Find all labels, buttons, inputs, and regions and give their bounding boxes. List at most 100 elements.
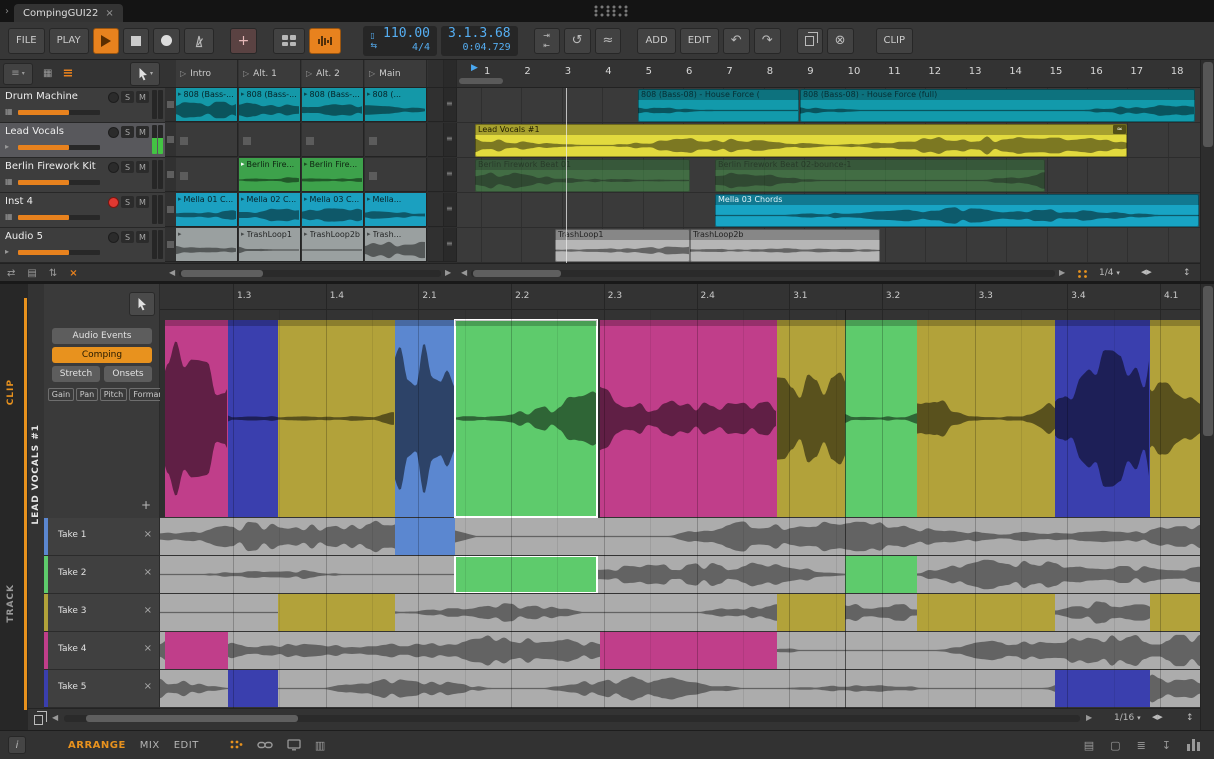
inbox-icon[interactable]: ↧ [1162,739,1171,752]
volume-slider[interactable] [18,250,100,255]
clip-slot[interactable]: ▸Mella 01 C... [176,193,238,227]
comp-region[interactable] [1150,594,1200,631]
scroll-right-icon[interactable]: ▶ [445,268,451,277]
scroll-right-icon[interactable]: ▶ [1059,268,1065,277]
comp-region[interactable] [228,670,278,707]
zoom-fit-icon[interactable]: ◀▶ [1141,268,1152,276]
track-alt-menu[interactable]: ≡ [444,123,457,157]
arranger-hscroll-handle[interactable] [473,270,561,277]
zoom-fit-icon[interactable]: ◀▶ [1152,713,1163,721]
comp-lane[interactable] [160,320,1200,517]
editor-tool-button[interactable] [129,292,155,316]
track-alt-menu[interactable]: ≡ [444,88,457,122]
tool-onsets[interactable]: Onsets [104,366,152,382]
solo-button[interactable]: S [121,196,134,208]
display-icon[interactable] [287,739,301,751]
fill-button[interactable]: ≈ [595,28,622,54]
duplicate-button[interactable] [797,28,823,54]
volume-slider[interactable] [18,180,100,185]
editor-vscrollbar[interactable] [1200,284,1214,730]
arranger-clip[interactable]: 808 (Bass-08) - House Force ( [638,89,799,122]
clip-slot[interactable]: ▸Mella 02 C... [239,193,301,227]
comp-segment[interactable] [600,320,777,517]
vertical-zoom-icon[interactable]: ↕ [1183,268,1191,278]
track-header[interactable]: Audio 5▸SM [0,228,165,263]
clear-icon[interactable]: × [69,268,77,279]
take-delete-icon[interactable]: × [144,643,152,654]
grid-view-icon[interactable]: ▦ [43,68,52,79]
sort-icon[interactable]: ⇅ [49,268,57,279]
launcher-hscroll-handle[interactable] [181,270,263,277]
volume-slider[interactable] [18,145,100,150]
tab-overflow-chevron[interactable]: › [0,6,14,17]
take-delete-icon[interactable]: × [144,605,152,616]
take-lane[interactable] [160,556,1200,593]
clip-slot[interactable]: ▸Mella... [365,193,427,227]
volume-slider[interactable] [18,215,100,220]
record-arm-button[interactable] [108,162,119,173]
info-button[interactable]: i [8,736,26,754]
arrange-tab[interactable]: ARRANGE [68,740,126,751]
arranger-clip[interactable]: Lead Vocals #1≈ [475,124,1127,157]
keyboard-icon[interactable]: ▤ [1084,739,1094,752]
record-arm-button[interactable] [108,232,119,243]
track-header[interactable]: Inst 4▦SM [0,193,165,228]
track-list-menu-button[interactable]: ≡ ▾ [3,63,33,85]
comp-region[interactable] [165,632,228,669]
layers-icon[interactable] [34,715,43,725]
arranger-clip[interactable]: TrashLoop2b [690,229,880,262]
play-button[interactable] [93,28,119,54]
take-label-row[interactable]: Take 4× [44,632,160,669]
comp-region[interactable] [600,632,777,669]
take-lane[interactable] [160,632,1200,669]
scene-header[interactable]: ▷Main [365,60,427,87]
clip-tab[interactable]: CLIP [6,379,16,405]
list-icon[interactable]: ▤ [27,268,36,279]
comp-region[interactable] [917,594,1055,631]
metronome-button[interactable] [184,28,214,54]
mute-button[interactable]: M [136,126,149,138]
list-view-icon[interactable]: ≡ [62,66,73,81]
comp-region[interactable] [455,556,597,593]
edit-menu-button[interactable]: EDIT [680,28,719,54]
editor-ruler[interactable]: 1.31.42.12.22.32.43.13.23.33.44.1 [160,284,1200,310]
arranger-vscroll-handle[interactable] [1203,62,1213,147]
tool-stretch[interactable]: Stretch [52,366,100,382]
position-display[interactable]: 3.1.3.68 0:04.729 [441,26,518,56]
clip-slot[interactable] [365,123,427,157]
columns-icon[interactable]: ▥ [315,739,325,752]
clip-slot[interactable]: ▸ [176,228,238,262]
mute-button[interactable]: M [136,231,149,243]
clip-slot[interactable]: ▸808 (Bass-... [239,88,301,122]
take-label-row[interactable]: Take 2× [44,556,160,593]
dots-grid-icon[interactable] [229,739,243,751]
volume-slider[interactable] [18,110,100,115]
solo-button[interactable]: S [121,91,134,103]
pads-button[interactable] [273,28,305,54]
track-alt-menu[interactable]: ≡ [444,158,457,192]
take-lane[interactable] [160,670,1200,707]
mixer-icon[interactable] [1187,739,1200,751]
clip-slot[interactable]: ▸Trash... [365,228,427,262]
ruler-zoom-handle[interactable] [459,78,503,84]
clip-slot[interactable]: ▸808 (... [365,88,427,122]
comp-segment[interactable] [917,320,1055,517]
project-tab[interactable]: CompingGUI22 × [14,4,123,22]
scroll-left-icon[interactable]: ◀ [461,268,467,277]
clip-menu-button[interactable]: CLIP [876,28,914,54]
scroll-left-icon[interactable]: ◀ [52,713,58,722]
file-menu-button[interactable]: FILE [8,28,45,54]
track-alt-menu[interactable]: ≡ [444,228,457,262]
time-signature-value[interactable]: 4/4 [412,42,430,54]
scroll-right-icon[interactable]: ▶ [1086,713,1092,722]
clip-stop-cell[interactable] [165,88,176,122]
param-pan[interactable]: Pan [76,388,98,401]
param-pitch[interactable]: Pitch [100,388,127,401]
tool-audio-events[interactable]: Audio Events [52,328,152,344]
scene-header[interactable]: ▷Alt. 2 [302,60,364,87]
arranger-clip[interactable]: TrashLoop1 [555,229,690,262]
take-label-row[interactable]: Take 5× [44,670,160,707]
arranger-clip[interactable]: Berlin Firework Beat 01 [475,159,690,192]
arranger-tool-button[interactable]: ▾ [130,62,160,86]
comp-region[interactable] [1055,670,1150,707]
